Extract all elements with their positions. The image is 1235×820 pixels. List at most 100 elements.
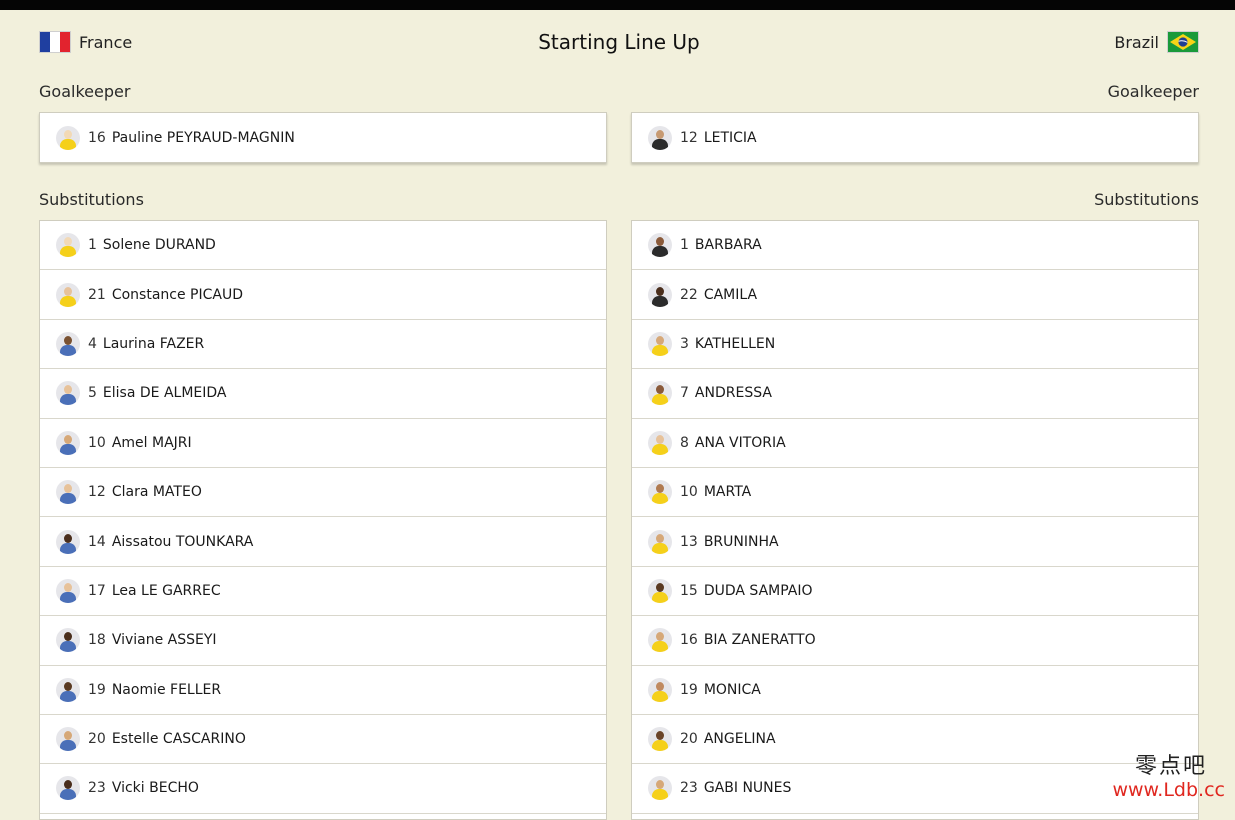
home-substitutions-list: 1 Solene DURAND 21 Constance PICAUD 4 Laurina… bbox=[40, 221, 606, 814]
player-row[interactable]: 1 Solene DURAND bbox=[40, 221, 606, 271]
player-name: Viviane ASSEYI bbox=[111, 632, 217, 649]
player-number: 21 bbox=[88, 286, 106, 303]
player-number: 5 bbox=[88, 385, 97, 402]
top-bar bbox=[0, 0, 1235, 10]
player-name: DUDA SAMPAIO bbox=[703, 582, 813, 599]
player-name: LETICIA bbox=[703, 129, 757, 146]
player-name: KATHELLEN bbox=[694, 335, 776, 352]
player-avatar-icon bbox=[648, 578, 672, 603]
player-row[interactable]: 18 Viviane ASSEYI bbox=[40, 616, 606, 666]
player-number: 19 bbox=[88, 681, 106, 698]
player-row[interactable]: 13 BRUNINHA bbox=[632, 517, 1198, 567]
home-goalkeeper-list: 16 Pauline PEYRAUD-MAGNIN bbox=[40, 113, 606, 162]
player-name: ANA VITORIA bbox=[694, 434, 786, 451]
player-number: 20 bbox=[88, 731, 106, 748]
page-title: Starting Line Up bbox=[538, 30, 700, 54]
home-goalkeeper-card: 16 Pauline PEYRAUD-MAGNIN bbox=[39, 112, 607, 163]
brazil-flag-icon bbox=[1167, 31, 1199, 53]
player-avatar-icon bbox=[56, 282, 80, 307]
player-avatar-icon bbox=[648, 727, 672, 752]
player-name: ANDRESSA bbox=[694, 385, 772, 402]
player-name: BARBARA bbox=[694, 237, 762, 254]
player-name: CAMILA bbox=[703, 286, 758, 303]
player-name: GABI NUNES bbox=[703, 780, 792, 797]
player-avatar-icon bbox=[56, 233, 80, 258]
player-avatar-icon bbox=[648, 381, 672, 406]
player-avatar-icon bbox=[648, 430, 672, 455]
player-avatar-icon bbox=[648, 480, 672, 505]
player-row[interactable]: 12 LETICIA bbox=[632, 113, 1198, 162]
player-name: MARTA bbox=[703, 484, 752, 501]
lineup-header: France Starting Line Up Brazil bbox=[39, 28, 1199, 58]
player-number: 3 bbox=[680, 335, 689, 352]
player-number: 20 bbox=[680, 731, 698, 748]
player-number: 19 bbox=[680, 681, 698, 698]
player-number: 23 bbox=[680, 780, 698, 797]
player-row[interactable]: 19 MONICA bbox=[632, 666, 1198, 715]
player-number: 10 bbox=[88, 434, 106, 451]
player-avatar-icon bbox=[56, 727, 80, 752]
player-row[interactable]: 14 Aissatou TOUNKARA bbox=[40, 517, 606, 567]
player-number: 1 bbox=[88, 237, 97, 254]
player-row[interactable]: 7 ANDRESSA bbox=[632, 369, 1198, 419]
player-name: Pauline PEYRAUD-MAGNIN bbox=[111, 129, 295, 146]
player-row[interactable]: 20 Estelle CASCARINO bbox=[40, 715, 606, 765]
player-number: 7 bbox=[680, 385, 689, 402]
player-row[interactable]: 3 KATHELLEN bbox=[632, 320, 1198, 370]
player-row[interactable]: 12 Clara MATEO bbox=[40, 468, 606, 518]
player-number: 14 bbox=[88, 533, 106, 550]
away-goalkeeper-card: 12 LETICIA bbox=[631, 112, 1199, 163]
player-number: 12 bbox=[680, 129, 698, 146]
player-number: 10 bbox=[680, 484, 698, 501]
player-row[interactable]: 17 Lea LE GARREC bbox=[40, 567, 606, 617]
player-row[interactable]: 23 Vicki BECHO bbox=[40, 764, 606, 814]
player-number: 17 bbox=[88, 582, 106, 599]
player-number: 13 bbox=[680, 533, 698, 550]
player-name: Estelle CASCARINO bbox=[111, 731, 246, 748]
player-avatar-icon bbox=[648, 125, 672, 150]
player-row[interactable]: 10 MARTA bbox=[632, 468, 1198, 518]
player-number: 16 bbox=[88, 129, 106, 146]
player-row[interactable]: 16 Pauline PEYRAUD-MAGNIN bbox=[40, 113, 606, 162]
player-avatar-icon bbox=[648, 331, 672, 356]
watermark: 零点吧 www.Ldb.cc bbox=[1112, 754, 1225, 800]
away-goalkeeper-list: 12 LETICIA bbox=[632, 113, 1198, 162]
player-row[interactable]: 1 BARBARA bbox=[632, 221, 1198, 271]
player-number: 12 bbox=[88, 484, 106, 501]
away-team[interactable]: Brazil bbox=[1114, 28, 1199, 56]
player-name: Laurina FAZER bbox=[102, 335, 205, 352]
player-number: 4 bbox=[88, 335, 97, 352]
player-row[interactable]: 4 Laurina FAZER bbox=[40, 320, 606, 370]
player-name: Amel MAJRI bbox=[111, 434, 192, 451]
player-avatar-icon bbox=[56, 776, 80, 801]
player-number: 23 bbox=[88, 780, 106, 797]
player-avatar-icon bbox=[56, 125, 80, 150]
player-avatar-icon bbox=[56, 480, 80, 505]
player-name: Clara MATEO bbox=[111, 484, 202, 501]
player-row[interactable]: 10 Amel MAJRI bbox=[40, 419, 606, 468]
player-avatar-icon bbox=[56, 628, 80, 653]
player-avatar-icon bbox=[56, 381, 80, 406]
home-substitutions-label: Substitutions bbox=[39, 190, 144, 209]
away-substitutions-list: 1 BARBARA 22 CAMILA 3 KATHELLEN 7 ANDRESSA 8 ANA … bbox=[632, 221, 1198, 814]
player-avatar-icon bbox=[648, 233, 672, 258]
player-name: Elisa DE ALMEIDA bbox=[102, 385, 227, 402]
away-substitutions-label: Substitutions bbox=[1094, 190, 1199, 209]
player-row[interactable]: 15 DUDA SAMPAIO bbox=[632, 567, 1198, 617]
player-row[interactable]: 5 Elisa DE ALMEIDA bbox=[40, 369, 606, 419]
player-row[interactable]: 16 BIA ZANERATTO bbox=[632, 616, 1198, 666]
player-row[interactable]: 22 CAMILA bbox=[632, 270, 1198, 320]
player-name: BRUNINHA bbox=[703, 533, 779, 550]
player-avatar-icon bbox=[56, 529, 80, 554]
player-row[interactable]: 8 ANA VITORIA bbox=[632, 419, 1198, 468]
away-substitutions-card: 1 BARBARA 22 CAMILA 3 KATHELLEN 7 ANDRESSA 8 ANA … bbox=[631, 220, 1199, 820]
player-name: Naomie FELLER bbox=[111, 681, 222, 698]
player-avatar-icon bbox=[648, 529, 672, 554]
player-number: 22 bbox=[680, 286, 698, 303]
home-goalkeeper-label: Goalkeeper bbox=[39, 82, 131, 101]
player-avatar-icon bbox=[648, 776, 672, 801]
player-avatar-icon bbox=[56, 677, 80, 702]
player-row[interactable]: 21 Constance PICAUD bbox=[40, 270, 606, 320]
player-row[interactable]: 19 Naomie FELLER bbox=[40, 666, 606, 715]
player-number: 16 bbox=[680, 632, 698, 649]
